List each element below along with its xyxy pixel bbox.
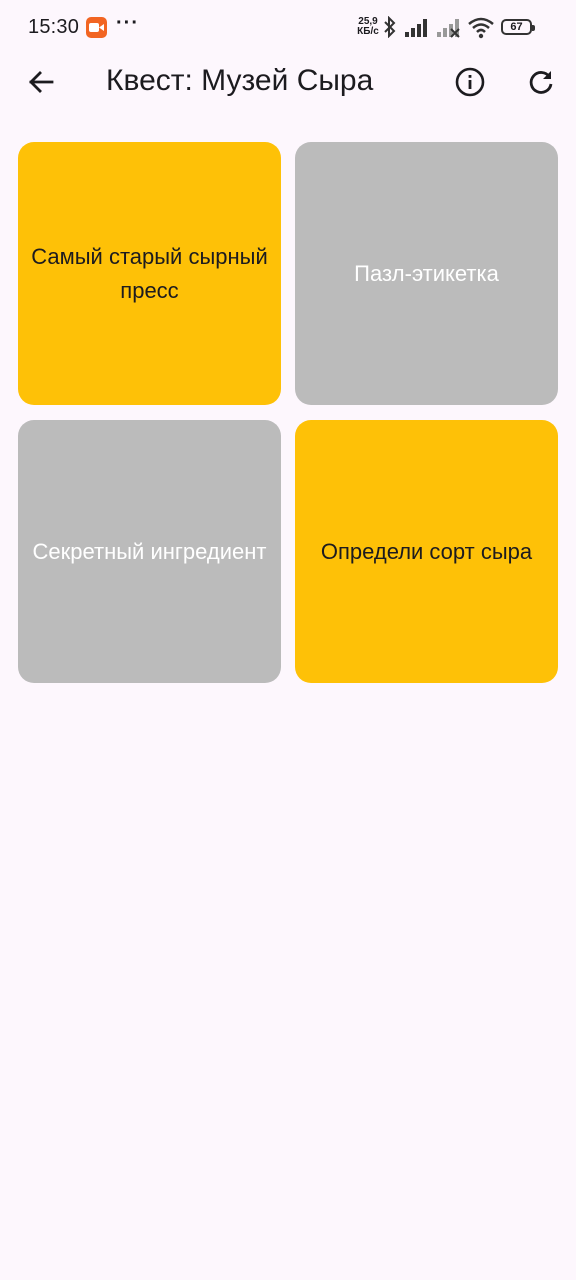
battery-icon: 67 [501,19,535,35]
network-speed-unit: КБ/с [357,26,379,37]
quest-tile-label: Секретный ингредиент [32,538,267,564]
wifi-icon [468,17,494,44]
app-bar: Квест: Музей Сыра [0,56,576,112]
refresh-icon [527,68,555,101]
status-bar: 15:30 ··· 25,9 КБ/с 67 [0,0,576,56]
signal-empty-icon [436,18,462,43]
back-button[interactable] [17,60,65,108]
info-icon [455,67,485,102]
signal-icon [404,18,430,43]
info-button[interactable] [446,60,494,108]
screen-record-icon [86,17,107,38]
page-title: Квест: Музей Сыра [106,64,374,97]
refresh-button[interactable] [517,60,565,108]
quest-tile-label-puzzle[interactable]: Пазл-этикетка [295,142,558,405]
quest-tile-cheese-press[interactable]: Самый старый сырный пресс [18,142,281,405]
back-arrow-icon [27,68,55,101]
quest-tile-label: Определи сорт сыра [320,538,533,564]
bluetooth-icon [383,15,397,43]
quest-tile-label: Пазл-этикетка [354,260,499,286]
battery-level: 67 [510,21,523,33]
quest-tile-label: Самый старый сырный пресс [31,243,268,303]
quest-tile-secret-ingredient[interactable]: Секретный ингредиент [18,420,281,683]
more-dots-icon: ··· [116,12,139,34]
status-time: 15:30 [28,16,80,38]
quest-tile-cheese-type[interactable]: Определи сорт сыра [295,420,558,683]
network-speed: 25,9 КБ/с [355,17,381,37]
